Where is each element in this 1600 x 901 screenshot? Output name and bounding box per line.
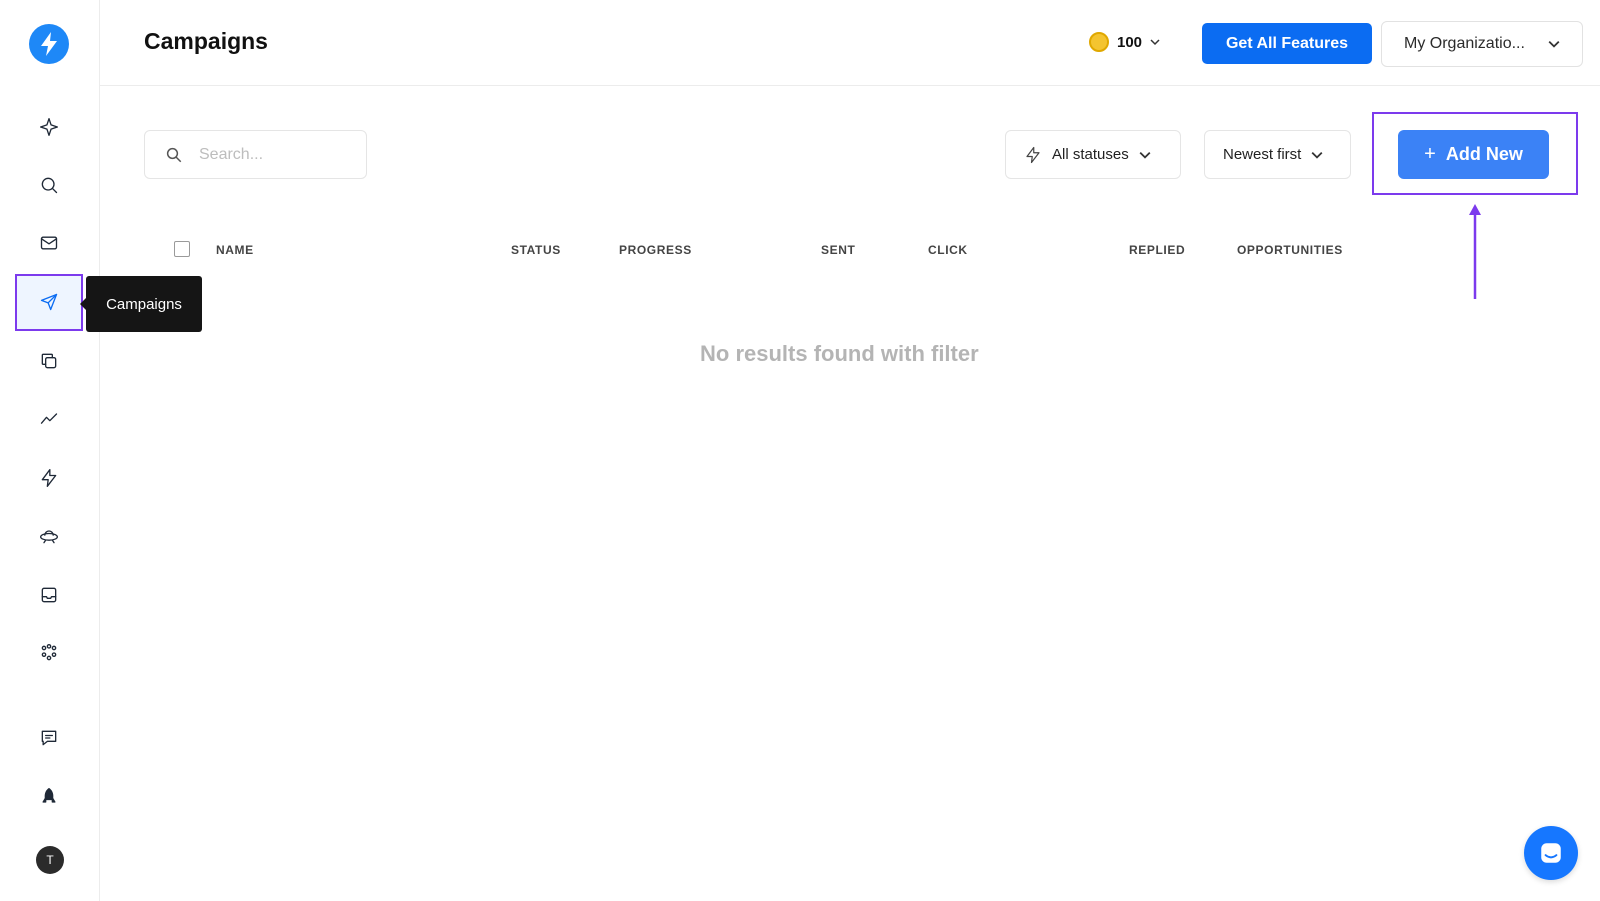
ufo-icon xyxy=(40,530,58,544)
sidebar-item-templates[interactable] xyxy=(34,346,64,376)
rocket-icon xyxy=(42,788,56,803)
column-header-status[interactable]: STATUS xyxy=(511,243,561,257)
copy-icon xyxy=(41,353,57,369)
avatar-initial: T xyxy=(46,853,54,867)
column-header-click[interactable]: CLICK xyxy=(928,243,968,257)
sidebar-item-integrations[interactable] xyxy=(34,638,64,668)
sort-dropdown[interactable]: Newest first xyxy=(1204,130,1351,179)
column-header-progress[interactable]: PROGRESS xyxy=(619,243,692,257)
coin-icon xyxy=(1089,32,1109,52)
search-icon xyxy=(41,177,58,194)
dots-cluster-icon xyxy=(41,644,57,661)
chevron-down-icon xyxy=(1139,151,1151,159)
chevron-down-icon xyxy=(1150,39,1160,46)
sidebar: T xyxy=(0,0,100,901)
status-filter-dropdown[interactable]: All statuses xyxy=(1005,130,1181,179)
sidebar-item-feedback[interactable] xyxy=(34,723,64,753)
sidebar-item-analytics[interactable] xyxy=(34,404,64,434)
bolt-icon xyxy=(41,469,57,487)
get-all-features-button[interactable]: Get All Features xyxy=(1202,23,1372,64)
message-icon xyxy=(41,730,57,746)
send-icon xyxy=(40,293,58,311)
chat-icon xyxy=(1541,843,1561,863)
select-all-checkbox[interactable] xyxy=(174,241,190,257)
tooltip-label: Campaigns xyxy=(106,295,182,313)
page-title: Campaigns xyxy=(144,28,268,54)
sidebar-item-automation[interactable] xyxy=(34,463,64,493)
credits-dropdown[interactable]: 100 xyxy=(1089,32,1160,52)
search-input[interactable] xyxy=(199,145,349,164)
campaigns-tooltip: Campaigns xyxy=(80,276,202,332)
column-header-replied[interactable]: REPLIED xyxy=(1129,243,1185,257)
lightning-icon xyxy=(41,32,57,56)
top-header: Campaigns 100 Get All Features My Organi… xyxy=(100,0,1600,86)
search-box xyxy=(144,130,367,179)
add-new-label: Add New xyxy=(1445,144,1523,164)
organization-select[interactable]: My Organizatio... xyxy=(1381,21,1583,67)
sidebar-item-campaigns[interactable] xyxy=(34,287,64,317)
sidebar-item-getting-started[interactable] xyxy=(34,782,64,812)
sidebar-item-inbox[interactable] xyxy=(34,580,64,610)
sort-label: Newest first xyxy=(1223,146,1302,163)
bolt-icon xyxy=(1026,146,1040,163)
analytics-icon xyxy=(40,413,58,424)
column-header-opportunities[interactable]: OPPORTUNITIES xyxy=(1237,243,1343,257)
plus-icon: + xyxy=(1424,143,1436,165)
inbox-icon xyxy=(41,587,57,603)
add-new-button[interactable]: + Add New xyxy=(1398,130,1549,179)
lightning-logo-icon[interactable] xyxy=(29,24,69,64)
credits-value: 100 xyxy=(1117,33,1143,51)
sidebar-item-search[interactable] xyxy=(34,170,64,200)
empty-state-message: No results found with filter xyxy=(700,341,979,366)
column-header-name[interactable]: NAME xyxy=(216,243,254,257)
chevron-down-icon xyxy=(1311,151,1323,159)
chevron-down-icon xyxy=(1548,40,1560,48)
column-header-sent[interactable]: SENT xyxy=(821,243,855,257)
sidebar-item-sparkle[interactable] xyxy=(34,112,64,142)
avatar[interactable]: T xyxy=(36,846,64,874)
organization-label: My Organizatio... xyxy=(1404,35,1525,52)
table-header: NAME STATUS PROGRESS SENT CLICK REPLIED … xyxy=(0,241,1600,261)
sidebar-item-explore[interactable] xyxy=(34,521,64,551)
sparkle-icon xyxy=(40,118,58,136)
status-filter-label: All statuses xyxy=(1052,146,1129,163)
chat-button[interactable] xyxy=(1524,826,1578,880)
search-icon xyxy=(166,147,182,162)
